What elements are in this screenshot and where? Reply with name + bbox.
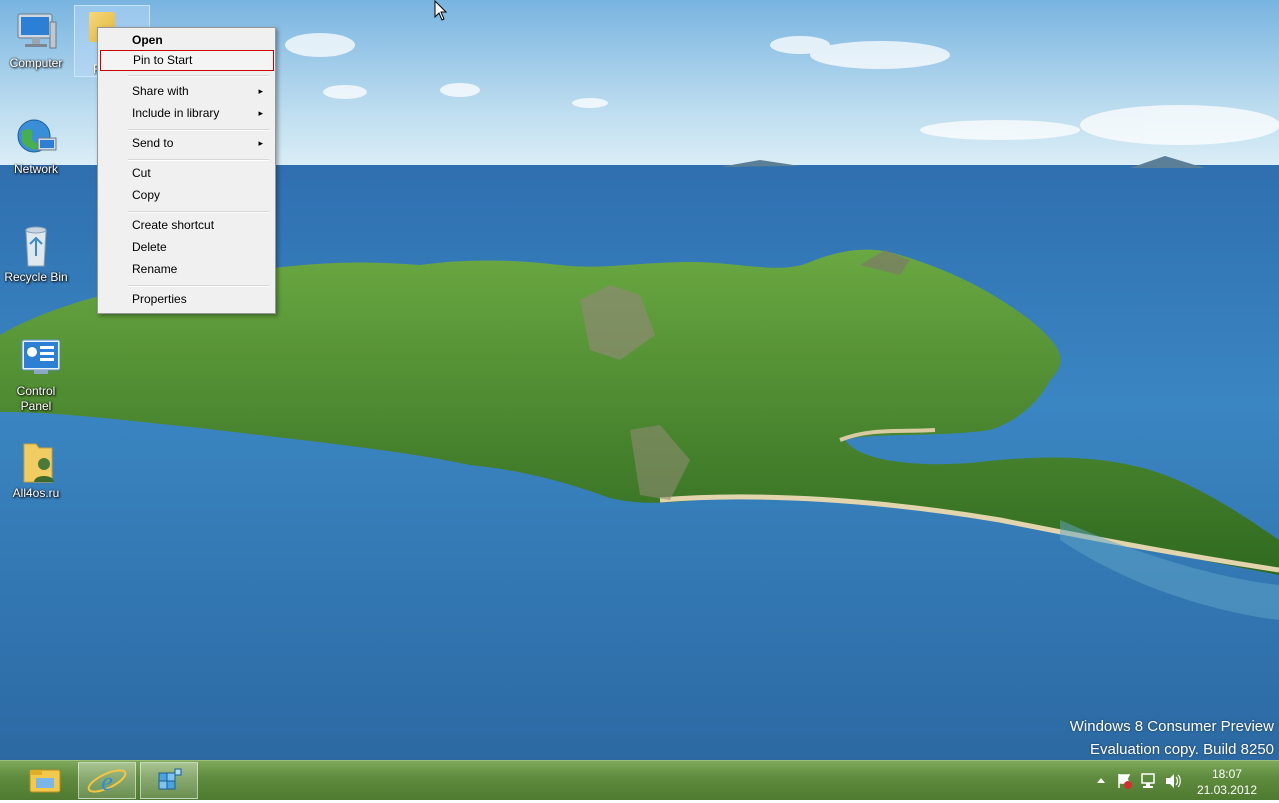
taskbar-file-explorer-button[interactable] — [16, 762, 74, 799]
taskbar-app-button[interactable] — [140, 762, 198, 799]
menu-item-create-shortcut[interactable]: Create shortcut — [100, 215, 271, 236]
desktop-icon-label: Network — [13, 162, 58, 176]
menu-separator — [128, 129, 269, 131]
menu-item-properties[interactable]: Properties — [100, 289, 271, 310]
clock-date: 21.03.2012 — [1196, 783, 1257, 797]
svg-text:e: e — [101, 767, 113, 796]
desktop-icon-network[interactable]: Network — [1, 114, 71, 177]
volume-icon — [1166, 774, 1181, 788]
file-explorer-icon — [29, 769, 61, 793]
network-tray-icon — [1141, 773, 1155, 788]
taskbar: e 18:07 21.03.2012 — [0, 760, 1279, 800]
menu-separator — [128, 211, 269, 213]
user-folder-icon — [12, 438, 60, 486]
show-hidden-icons-button[interactable] — [1094, 761, 1108, 800]
app-icon — [158, 768, 182, 790]
desktop-icon-control-panel[interactable]: Control Panel — [1, 336, 71, 414]
menu-separator — [128, 75, 269, 77]
menu-separator — [128, 159, 269, 161]
desktop-icon-label: Computer — [9, 56, 63, 70]
menu-separator — [128, 285, 269, 287]
desktop-icon-label: All4os.ru — [12, 486, 60, 500]
computer-icon — [12, 8, 60, 56]
action-center-button[interactable] — [1116, 761, 1134, 800]
menu-item-rename[interactable]: Rename — [100, 259, 271, 280]
network-tray-button[interactable] — [1140, 761, 1158, 800]
watermark-line-1: Windows 8 Consumer Preview — [1069, 718, 1274, 735]
show-hidden-icons-arrow — [1097, 778, 1105, 783]
menu-item-cut[interactable]: Cut — [100, 163, 271, 184]
taskbar-internet-explorer-button[interactable]: e — [78, 762, 136, 799]
volume-tray-button[interactable] — [1164, 761, 1182, 800]
clock-time: 18:07 — [1211, 767, 1242, 781]
recycle-bin-icon — [12, 222, 60, 270]
menu-item-delete[interactable]: Delete — [100, 237, 271, 258]
menu-item-send-to[interactable]: Send to ▸ — [100, 133, 271, 154]
menu-item-include-in-library[interactable]: Include in library ▸ — [100, 103, 271, 124]
desktop-icon-recycle-bin[interactable]: Recycle Bin — [1, 222, 71, 285]
desktop-icon-label: Recycle Bin — [4, 270, 68, 284]
network-icon — [12, 114, 60, 162]
watermark-line-2: Evaluation copy. Build 8250 — [1089, 741, 1274, 758]
menu-item-share-with[interactable]: Share with ▸ — [100, 81, 271, 102]
menu-item-open[interactable]: Open — [100, 30, 271, 51]
submenu-arrow-icon: ▸ — [258, 86, 263, 96]
desktop-icon-all4os[interactable]: All4os.ru — [1, 438, 71, 501]
mouse-cursor-icon — [434, 0, 448, 21]
context-menu: Open Pin to Start Share with ▸ Include in… — [97, 27, 276, 314]
control-panel-icon — [12, 336, 61, 384]
menu-item-copy[interactable]: Copy — [100, 185, 271, 206]
build-watermark: Windows 8 Consumer Preview Evaluation co… — [1070, 715, 1274, 760]
desktop-icon-computer[interactable]: Computer — [1, 8, 71, 71]
submenu-arrow-icon: ▸ — [258, 108, 263, 118]
submenu-arrow-icon: ▸ — [258, 138, 263, 148]
action-center-flag-icon — [1118, 774, 1132, 789]
menu-item-pin-to-start[interactable]: Pin to Start — [100, 50, 274, 71]
tray-clock[interactable]: 18:07 21.03.2012 — [1197, 766, 1257, 798]
desktop-icon-label: Control Panel — [16, 384, 56, 413]
desktop[interactable]: F Computer Network — [0, 0, 1279, 760]
internet-explorer-icon: e — [87, 767, 127, 796]
